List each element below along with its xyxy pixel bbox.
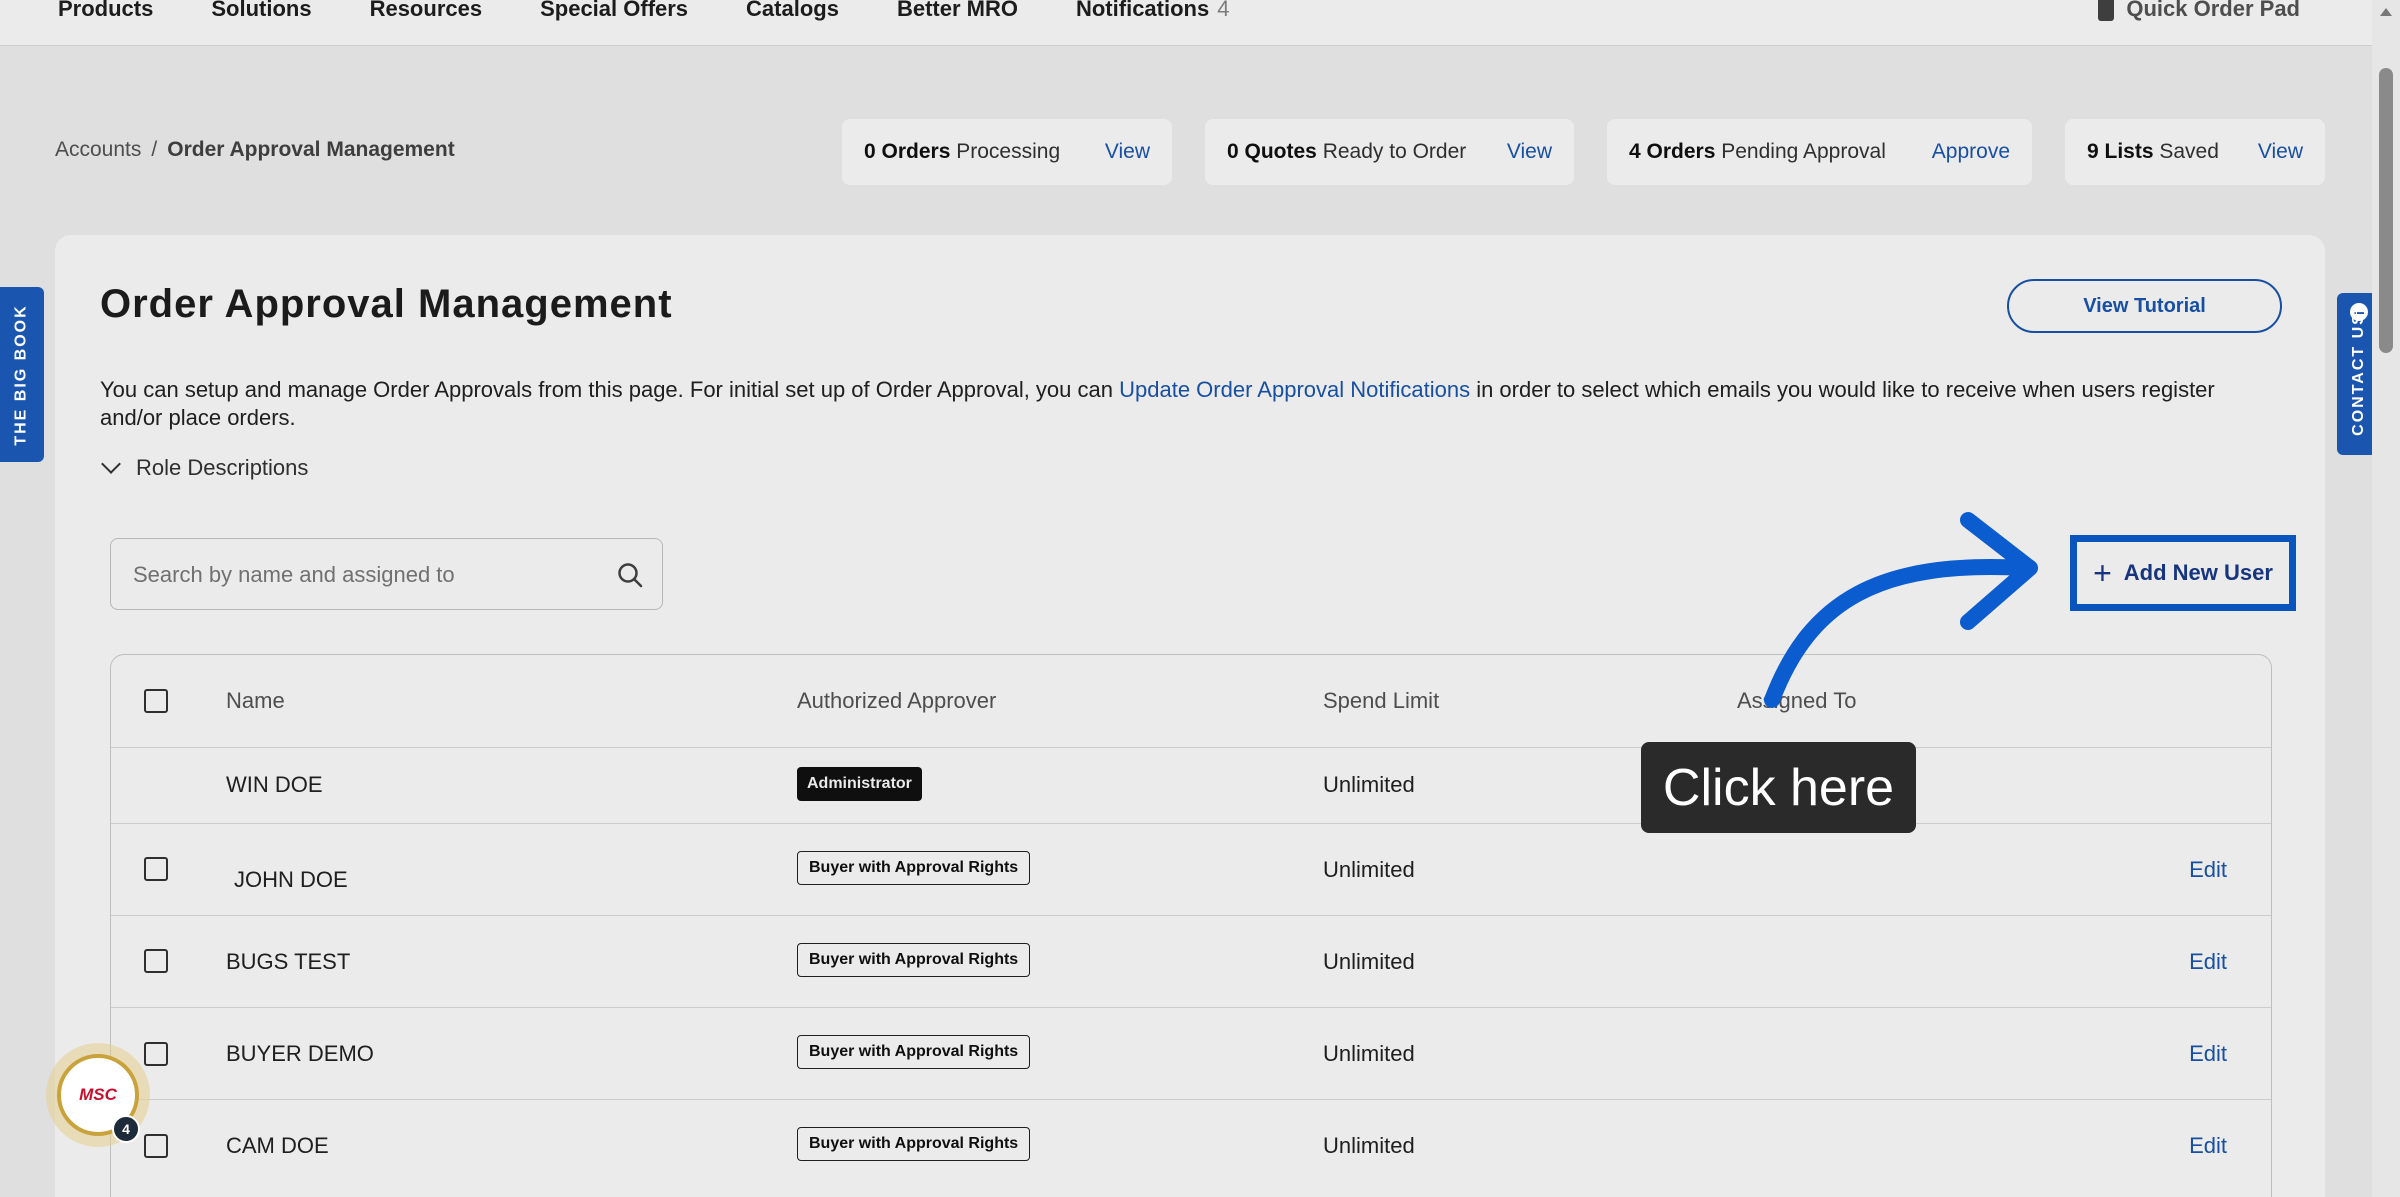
page-description: You can setup and manage Order Approvals… (100, 376, 2260, 432)
quick-order-pad-link[interactable]: Quick Order Pad (2098, 0, 2300, 22)
stat-view-link[interactable]: View (1105, 140, 1150, 164)
add-new-user-button[interactable]: + Add New User (2070, 535, 2296, 611)
stat-text: Saved (2159, 140, 2219, 163)
breadcrumb: Accounts / Order Approval Management (55, 138, 455, 162)
edit-link[interactable]: Edit (2189, 857, 2227, 883)
row-checkbox[interactable] (144, 1134, 168, 1158)
table-row: BUGS TEST Buyer with Approval Rights Unl… (111, 916, 2271, 1008)
scrollbar-thumb[interactable] (2379, 68, 2393, 353)
nav-resources[interactable]: Resources (370, 0, 483, 22)
view-tutorial-button[interactable]: View Tutorial (2007, 279, 2282, 333)
scrollbar[interactable] (2372, 0, 2400, 1197)
row-spend-limit: Unlimited (1323, 857, 1415, 882)
row-spend-limit: Unlimited (1323, 1041, 1415, 1066)
row-name: JOHN DOE (234, 867, 348, 892)
row-name: BUGS TEST (226, 949, 351, 974)
users-table: Name Authorized Approver Spend Limit Ass… (110, 654, 2272, 1197)
stat-lists-saved: 9 Lists Saved View (2065, 119, 2325, 185)
header-assigned-to: Assigned To (1737, 688, 1857, 713)
table-row: BUYER DEMO Buyer with Approval Rights Un… (111, 1008, 2271, 1100)
contact-us-label: CONTACT US (2350, 312, 2368, 436)
description-text-1: You can setup and manage Order Approvals… (100, 377, 1120, 402)
role-badge: Buyer with Approval Rights (797, 1127, 1031, 1161)
quick-order-label: Quick Order Pad (2126, 0, 2300, 21)
stat-orders-pending: 4 Orders Pending Approval Approve (1607, 119, 2032, 185)
page-title: Order Approval Management (100, 282, 673, 326)
edit-link[interactable]: Edit (2189, 949, 2227, 975)
stat-view-link[interactable]: View (2258, 140, 2303, 164)
nav-better-mro[interactable]: Better MRO (897, 0, 1018, 22)
row-name: BUYER DEMO (226, 1041, 374, 1066)
row-checkbox[interactable] (144, 857, 168, 881)
notifications-count: 4 (1217, 0, 1230, 21)
nav-catalogs[interactable]: Catalogs (746, 0, 839, 22)
big-book-label: THE BIG BOOK (13, 303, 30, 446)
row-checkbox[interactable] (144, 949, 168, 973)
nav-notifications-label: Notifications (1075, 0, 1210, 21)
table-row: JOHN DOE Buyer with Approval Rights Unli… (111, 824, 2271, 916)
nav-products[interactable]: Products (58, 0, 153, 22)
nav-solutions[interactable]: Solutions (211, 0, 311, 22)
top-navigation: Products Solutions Resources Special Off… (0, 0, 2372, 46)
stat-orders-processing: 0 Orders Processing View (842, 119, 1172, 185)
nav-notifications[interactable]: Notifications 4 (1076, 0, 1229, 22)
search-icon[interactable] (616, 561, 644, 589)
stat-bold: 4 Orders (1629, 140, 1716, 163)
nav-special-offers[interactable]: Special Offers (540, 0, 688, 22)
stat-bold: 9 Lists (2087, 140, 2154, 163)
row-name: CAM DOE (226, 1133, 329, 1158)
role-descriptions-toggle[interactable]: Role Descriptions (100, 454, 309, 481)
plus-icon: + (2093, 555, 2112, 591)
update-notifications-link[interactable]: Update Order Approval Notifications (1119, 377, 1470, 402)
msc-assistant-button[interactable]: MSC 4 (46, 1043, 150, 1147)
header-name: Name (226, 688, 285, 713)
click-here-callout: Click here (1641, 742, 1916, 833)
stat-approve-link[interactable]: Approve (1932, 140, 2010, 164)
row-spend-limit: Unlimited (1323, 949, 1415, 974)
row-name: WIN DOE (226, 772, 323, 797)
stat-text: Ready to Order (1322, 140, 1467, 163)
table-header: Name Authorized Approver Spend Limit Ass… (111, 655, 2271, 748)
row-checkbox[interactable] (144, 1042, 168, 1066)
role-badge: Buyer with Approval Rights (797, 851, 1031, 885)
edit-link[interactable]: Edit (2189, 1041, 2227, 1067)
table-row: CAM DOE Buyer with Approval Rights Unlim… (111, 1100, 2271, 1192)
stat-text: Processing (956, 140, 1061, 163)
row-spend-limit: Unlimited (1323, 1133, 1415, 1158)
stat-text: Pending Approval (1721, 140, 1886, 163)
breadcrumb-separator: / (151, 138, 158, 161)
role-badge: Administrator (797, 767, 922, 801)
stat-view-link[interactable]: View (1507, 140, 1552, 164)
select-all-checkbox[interactable] (144, 689, 168, 713)
role-badge: Buyer with Approval Rights (797, 943, 1031, 977)
search-input[interactable] (133, 559, 593, 591)
row-spend-limit: Unlimited (1323, 772, 1415, 797)
stat-bold: 0 Orders (864, 140, 951, 163)
stat-quotes-ready: 0 Quotes Ready to Order View (1205, 119, 1574, 185)
role-badge: Buyer with Approval Rights (797, 1035, 1031, 1069)
header-authorized-approver: Authorized Approver (797, 688, 997, 713)
table-row: WIN DOE Administrator Unlimited (111, 748, 2271, 824)
search-box (110, 538, 663, 610)
breadcrumb-accounts[interactable]: Accounts (55, 138, 141, 161)
header-spend-limit: Spend Limit (1323, 688, 1440, 713)
msc-count-badge: 4 (112, 1115, 140, 1143)
add-new-user-label: Add New User (2123, 560, 2273, 585)
scroll-up-icon[interactable] (2380, 8, 2392, 16)
role-descriptions-label: Role Descriptions (136, 455, 309, 480)
edit-link[interactable]: Edit (2189, 1133, 2227, 1159)
breadcrumb-current: Order Approval Management (167, 138, 455, 161)
stat-bold: 0 Quotes (1227, 140, 1317, 163)
device-icon (2098, 0, 2115, 21)
big-book-tab[interactable]: THE BIG BOOK (0, 287, 44, 462)
chevron-down-icon (101, 454, 121, 474)
